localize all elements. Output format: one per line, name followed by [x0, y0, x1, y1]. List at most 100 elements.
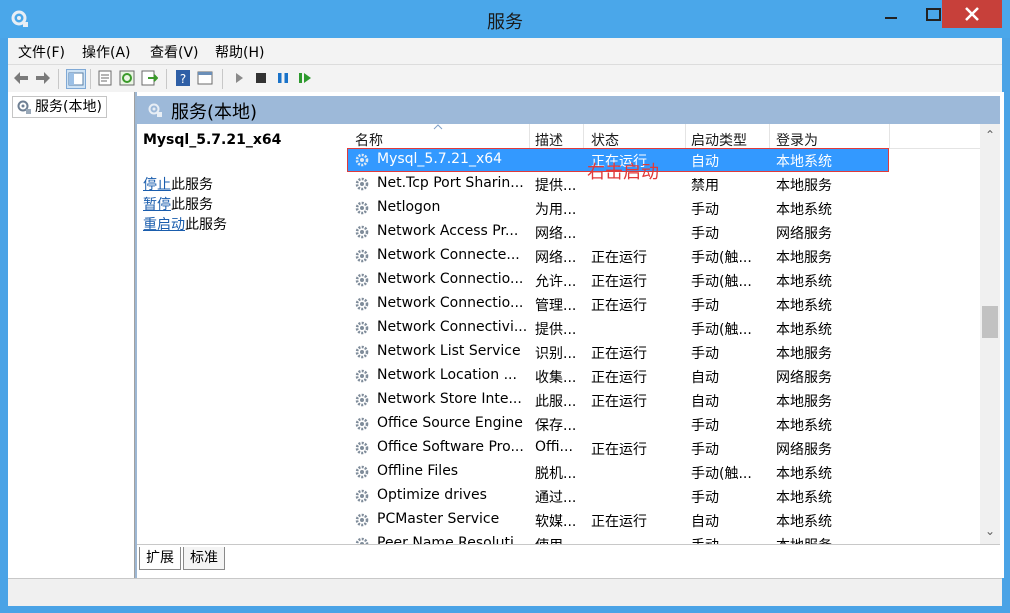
console-tree-icon[interactable] [66, 69, 86, 89]
details-pane: 服务(本地) Mysql_5.7.21_x64 停止此服务 暂停此服务 重启动此… [135, 92, 1004, 579]
cell-status: 正在运行 [591, 394, 647, 410]
service-gear-icon [355, 537, 369, 544]
cell-startup: 手动 [691, 202, 719, 218]
service-rows: Mysql_5.7.21_x64 正在运行 自动 本地系统 Net.Tcp Port S… [347, 148, 980, 544]
cell-status: 正在运行 [591, 370, 647, 386]
pause-service-link[interactable]: 暂停 [143, 197, 171, 213]
cell-logon: 本地系统 [776, 322, 832, 338]
cell-logon: 本地服务 [776, 178, 832, 194]
cell-desc: 提供... [535, 322, 577, 338]
cell-logon: 本地系统 [776, 298, 832, 314]
cell-status: 正在运行 [591, 442, 647, 458]
title-bar[interactable]: 服务 [0, 0, 1010, 38]
cell-name: Mysql_5.7.21_x64 [377, 151, 503, 167]
menu-view[interactable]: 查看(V) [150, 42, 199, 62]
restart-service-link[interactable]: 重启动 [143, 217, 185, 233]
service-gear-icon [355, 441, 369, 455]
cell-startup: 自动 [691, 394, 719, 410]
table-row[interactable]: Optimize drives 通过... 手动 本地系统 [347, 484, 980, 508]
tree-item-label: 服务(本地) [35, 99, 102, 115]
service-gear-icon [355, 273, 369, 287]
cell-desc: 脱机... [535, 466, 577, 482]
service-gear-icon [355, 321, 369, 335]
services-window: 服务 文件(F) 操作(A) 查看(V) 帮助(H) ? 服务(本地) 服务(本… [0, 0, 1010, 613]
menu-file[interactable]: 文件(F) [18, 42, 65, 62]
cell-name: Network Store Inte... [377, 391, 522, 407]
menu-action[interactable]: 操作(A) [82, 42, 131, 62]
service-gear-icon [355, 369, 369, 383]
service-gear-icon [355, 249, 369, 263]
cell-logon: 本地系统 [776, 466, 832, 482]
tree-item-local-services[interactable]: 服务(本地) [12, 96, 107, 118]
service-gear-icon [355, 345, 369, 359]
scroll-down-icon[interactable]: ⌄ [980, 524, 1000, 544]
table-row[interactable]: Network Connectio... 管理... 正在运行 手动 本地系统 [347, 292, 980, 316]
table-row[interactable]: Network Location ... 收集... 正在运行 自动 网络服务 [347, 364, 980, 388]
column-status[interactable]: 状态 [591, 130, 619, 150]
restart-service-icon[interactable] [296, 69, 314, 87]
table-row[interactable]: PCMaster Service 软媒... 正在运行 自动 本地系统 [347, 508, 980, 532]
vertical-scrollbar[interactable]: ⌃ ⌄ [980, 124, 1000, 544]
service-gear-icon [355, 153, 369, 167]
cell-status: 正在运行 [591, 346, 647, 362]
tab-standard[interactable]: 标准 [183, 547, 225, 570]
table-row[interactable]: Net.Tcp Port Sharin... 提供... 禁用 本地服务 [347, 172, 980, 196]
cell-startup: 禁用 [691, 178, 719, 194]
cell-logon: 本地系统 [776, 202, 832, 218]
help-icon[interactable]: ? [174, 69, 192, 87]
pause-service-icon[interactable] [274, 69, 292, 87]
start-service-icon[interactable] [230, 69, 248, 87]
extended-description: Mysql_5.7.21_x64 停止此服务 暂停此服务 重启动此服务 [137, 124, 347, 544]
table-row[interactable]: Office Software Pro... Offi... 正在运行 手动 网络服务 [347, 436, 980, 460]
scroll-up-icon[interactable]: ⌃ [980, 128, 1000, 148]
back-arrow-icon[interactable] [12, 69, 30, 87]
show-hide-icon[interactable] [196, 69, 214, 87]
stop-service-link[interactable]: 停止 [143, 177, 171, 193]
scroll-thumb[interactable] [982, 306, 998, 338]
tab-extended[interactable]: 扩展 [139, 547, 181, 570]
cell-startup: 手动(触... [691, 274, 752, 290]
minimize-icon [885, 17, 897, 19]
cell-name: Network Connecte... [377, 247, 520, 263]
column-startup-type[interactable]: 启动类型 [691, 130, 747, 150]
stop-service-icon[interactable] [252, 69, 270, 87]
export-list-icon[interactable] [140, 69, 158, 87]
close-button[interactable] [942, 0, 1002, 28]
pane-title: 服务(本地) [171, 102, 258, 123]
table-row[interactable]: Office Source Engine 保存... 手动 本地系统 [347, 412, 980, 436]
service-gear-icon [355, 297, 369, 311]
cell-logon: 本地系统 [776, 154, 832, 170]
service-gear-icon [355, 465, 369, 479]
cell-name: Network Access Pr... [377, 223, 519, 239]
menu-help[interactable]: 帮助(H) [215, 42, 264, 62]
forward-arrow-icon[interactable] [34, 69, 52, 87]
cell-logon: 网络服务 [776, 226, 832, 242]
table-row[interactable]: Network Access Pr... 网络... 手动 网络服务 [347, 220, 980, 244]
minimize-button[interactable] [868, 0, 914, 30]
menu-bar: 文件(F) 操作(A) 查看(V) 帮助(H) [8, 38, 1002, 64]
properties-icon[interactable] [96, 69, 114, 87]
table-row[interactable]: Network List Service 识别... 正在运行 手动 本地服务 [347, 340, 980, 364]
column-description[interactable]: 描述 [535, 130, 563, 150]
cell-name: Netlogon [377, 199, 441, 215]
table-row[interactable]: Network Connecte... 网络... 正在运行 手动(触... 本地服务 [347, 244, 980, 268]
stop-suffix: 此服务 [171, 177, 213, 193]
cell-status: 正在运行 [591, 274, 647, 290]
table-row[interactable]: Netlogon 为用... 手动 本地系统 [347, 196, 980, 220]
table-row[interactable]: Offline Files 脱机... 手动(触... 本地系统 [347, 460, 980, 484]
table-row[interactable]: Network Connectio... 允许... 正在运行 手动(触... 本地系统 [347, 268, 980, 292]
table-row[interactable]: Peer Name Resoluti... 使用... 手动本地服务 [347, 532, 980, 544]
services-list: 名称 描述 状态 启动类型 登录为 Mysql_5.7.21_x64 正在运行 自动… [347, 124, 1000, 544]
column-name[interactable]: 名称 [355, 130, 383, 150]
refresh-icon[interactable] [118, 69, 136, 87]
stop-service-row: 停止此服务 [143, 174, 213, 194]
cell-name: Optimize drives [377, 487, 487, 503]
cell-logon: 本地服务 [776, 535, 886, 544]
table-row[interactable]: Network Store Inte... 此服... 正在运行 自动 本地服务 [347, 388, 980, 412]
column-header: 名称 描述 状态 启动类型 登录为 [347, 124, 980, 149]
column-logon-as[interactable]: 登录为 [776, 130, 818, 150]
service-gear-icon [355, 393, 369, 407]
window-title: 服务 [487, 12, 523, 33]
cell-startup: 手动(触... [691, 322, 752, 338]
table-row[interactable]: Network Connectivi... 提供... 手动(触... 本地系统 [347, 316, 980, 340]
